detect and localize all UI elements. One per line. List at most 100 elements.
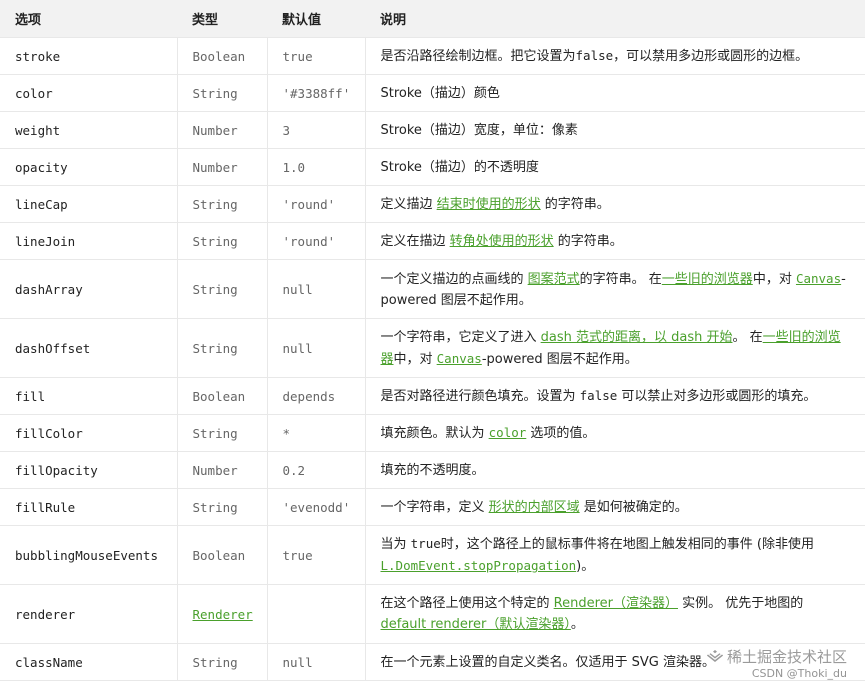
description-text: 定义描边 (380, 196, 437, 212)
options-table: 选项 类型 默认值 说明 stroke Boolean true 是否沿路径绘制边框。… (0, 0, 865, 681)
option-type: String (177, 222, 268, 260)
option-description: 填充的不透明度。 (365, 451, 865, 489)
description-text: 的字符串。 (553, 233, 623, 249)
option-default: true (267, 525, 366, 585)
option-description: 是否对路径进行颜色填充。设置为 false 可以禁止对多边形或圆形的填充。 (365, 377, 865, 415)
option-description: 当为 true时，这个路径上的鼠标事件将在地图上触发相同的事件 (除非使用 L.… (365, 525, 865, 585)
option-type: Boolean (177, 525, 268, 585)
option-type: Renderer (177, 584, 268, 644)
option-default: 'evenodd' (267, 488, 366, 526)
inline-code: false (575, 48, 614, 63)
option-name: lineCap (0, 185, 178, 223)
description-text: 填充颜色。默认为 (380, 426, 489, 441)
description-text: ，可以禁用多边形或圆形的边框。 (613, 49, 809, 64)
description-text: 一个定义描边的点画线的 (380, 271, 528, 287)
table-row: bubblingMouseEvents Boolean true 当为 true时，这… (0, 525, 865, 585)
table-row: opacity Number 1.0 Stroke（描边）的不透明度 (0, 148, 865, 186)
doc-link[interactable]: 结束时使用的形状 (437, 197, 541, 212)
inline-code: false (579, 388, 618, 403)
description-text: 一个字符串，定义 (380, 499, 489, 515)
option-description: 定义描边 结束时使用的形状 的字符串。 (365, 185, 865, 223)
doc-link[interactable]: 形状的内部区域 (489, 500, 580, 515)
description-text: 填充的不透明度。 (380, 462, 485, 478)
option-type: String (177, 318, 268, 378)
doc-link[interactable]: default renderer（默认渲染器） (381, 617, 571, 632)
option-default: * (267, 414, 366, 452)
code-link[interactable]: L.DomEvent.stopPropagation (381, 558, 577, 573)
table-row: dashOffset String null 一个字符串，它定义了进入 dash 范式… (0, 318, 865, 378)
description-text: 选项的值。 (526, 426, 596, 441)
option-description: 定义在描边 转角处使用的形状 的字符串。 (365, 222, 865, 260)
option-default: null (267, 643, 366, 681)
option-default: depends (267, 377, 366, 415)
option-default: true (267, 37, 366, 75)
option-description: 填充颜色。默认为 color 选项的值。 (365, 414, 865, 452)
description-text: 的字符串。 (540, 196, 610, 212)
table-row: renderer Renderer 在这个路径上使用这个特定的 Renderer（渲… (0, 584, 865, 644)
option-description: 一个字符串，定义 形状的内部区域 是如何被确定的。 (365, 488, 865, 526)
header-description: 说明 (365, 0, 865, 38)
table-row: fillRule String'evenodd' 一个字符串，定义 形状的内部区域 … (0, 488, 865, 526)
description-text: 一个字符串，它定义了进入 (380, 329, 541, 345)
description-text: 可以禁止对多边形或圆形的填充。 (617, 389, 817, 404)
option-description: 在一个元素上设置的自定义类名。仅适用于 SVG 渲染器。 (365, 643, 865, 681)
inline-code: true (410, 536, 441, 551)
table-row: dashArray String null 一个定义描边的点画线的 图案范式的字符串。… (0, 259, 865, 319)
option-name: fillOpacity (0, 451, 178, 489)
option-type: String (177, 643, 268, 681)
option-name: dashOffset (0, 318, 178, 378)
table-row: fillOpacity Number 0.2 填充的不透明度。 (0, 451, 865, 489)
code-link[interactable]: Canvas (437, 351, 482, 366)
option-default: 0.2 (267, 451, 366, 489)
option-default: 1.0 (267, 148, 366, 186)
option-description: 一个定义描边的点画线的 图案范式的字符串。 在一些旧的浏览器中，对 Canvas… (365, 259, 865, 319)
description-text: 在一个元素上设置的自定义类名。仅适用于 SVG 渲染器。 (380, 654, 715, 670)
type-link[interactable]: Renderer (193, 607, 253, 622)
option-name: stroke (0, 37, 178, 75)
option-default (267, 584, 366, 644)
table-row: fill Boolean depends 是否对路径进行颜色填充。设置为 false … (0, 377, 865, 415)
option-description: 是否沿路径绘制边框。把它设置为false，可以禁用多边形或圆形的边框。 (365, 37, 865, 75)
option-description: Stroke（描边）颜色 (365, 74, 865, 112)
option-type: String (177, 259, 268, 319)
description-text: 是否沿路径绘制边框。把它设置为 (380, 49, 576, 64)
option-name: renderer (0, 584, 178, 644)
doc-link[interactable]: dash 范式的距离，以 dash 开始 (541, 330, 733, 345)
option-type: Number (177, 148, 268, 186)
description-text: 当为 (380, 537, 411, 552)
option-type: String (177, 488, 268, 526)
doc-link[interactable]: 转角处使用的形状 (450, 234, 554, 249)
table-row: lineJoin String'round' 定义在描边 转角处使用的形状 的字符串… (0, 222, 865, 260)
doc-link[interactable]: 一些旧的浏览器 (662, 272, 753, 287)
doc-link[interactable]: 图案范式 (528, 272, 580, 287)
description-text: 中，对 (752, 271, 796, 287)
description-text: -powered 图层不起作用。 (481, 351, 638, 367)
description-text: 是如何被确定的。 (579, 499, 688, 515)
option-default: 'round' (267, 222, 366, 260)
description-text: 的字符串。 在 (579, 271, 662, 287)
option-default: '#3388ff' (267, 74, 366, 112)
header-option: 选项 (0, 0, 177, 38)
description-text: Stroke（描边）颜色 (380, 85, 500, 101)
table-row: stroke Boolean true 是否沿路径绘制边框。把它设置为false，可以… (0, 37, 865, 75)
option-name: fillRule (0, 488, 178, 526)
option-type: String (177, 185, 268, 223)
code-link[interactable]: Canvas (796, 271, 841, 286)
option-name: weight (0, 111, 178, 149)
option-name: opacity (0, 148, 178, 186)
table-row: className String null 在一个元素上设置的自定义类名。仅适用于 S… (0, 643, 865, 681)
header-default: 默认值 (267, 0, 365, 38)
table-row: fillColor String * 填充颜色。默认为 color 选项的值。 (0, 414, 865, 452)
option-default: null (267, 318, 366, 378)
option-type: Number (177, 111, 268, 149)
description-text: 在这个路径上使用这个特定的 (380, 596, 554, 611)
description-text: Stroke（描边）的不透明度 (380, 159, 539, 175)
doc-link[interactable]: Renderer（渲染器） (554, 596, 678, 611)
description-text: 实例。 优先于地图的 (677, 596, 804, 611)
option-type: String (177, 414, 268, 452)
option-type: Boolean (177, 377, 268, 415)
option-name: fillColor (0, 414, 178, 452)
code-link[interactable]: color (489, 425, 527, 440)
option-name: fill (0, 377, 178, 415)
table-row: lineCap String'round' 定义描边 结束时使用的形状 的字符串。 (0, 185, 865, 223)
